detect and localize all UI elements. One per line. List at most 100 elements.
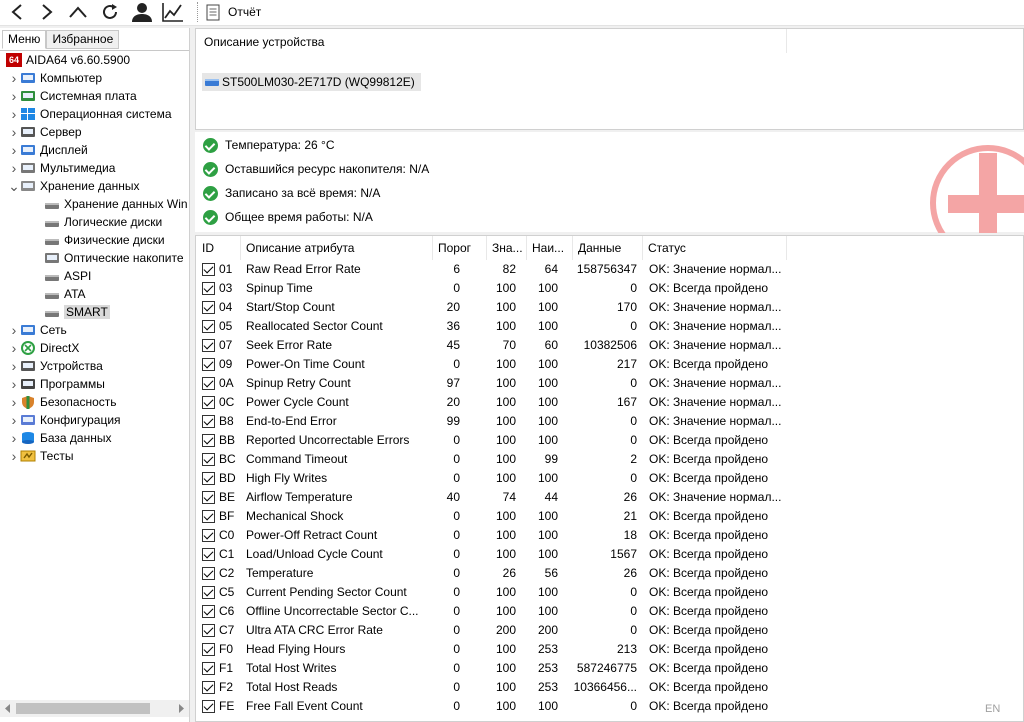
row-checkbox[interactable] (202, 301, 215, 314)
table-row[interactable]: BD High Fly Writes 0 100 100 0 OK: Всегда прой… (196, 469, 1024, 488)
row-checkbox[interactable] (202, 681, 215, 694)
tab-menu[interactable]: Меню (2, 30, 47, 49)
chevron-right-icon[interactable]: › (8, 429, 20, 447)
header-separator[interactable] (786, 236, 787, 260)
row-checkbox[interactable] (202, 377, 215, 390)
tree-item[interactable]: 64 AIDA64 v6.60.5900 (6, 51, 130, 69)
chevron-right-icon[interactable]: › (8, 339, 20, 357)
scroll-right-icon[interactable] (175, 700, 187, 717)
chevron-right-icon[interactable]: › (8, 87, 20, 105)
table-row[interactable]: 0A Spinup Retry Count 97 100 100 0 OK: Значени… (196, 374, 1024, 393)
tree-item[interactable]: Оптические накопите (44, 249, 184, 267)
header-col-data[interactable]: Данные (572, 236, 642, 260)
tab-favorites[interactable]: Избранное (46, 30, 120, 49)
tree-item[interactable]: › База данных (8, 429, 112, 447)
table-row[interactable]: 05 Reallocated Sector Count 36 100 100 0 OK: З… (196, 317, 1024, 336)
forward-button[interactable] (36, 0, 58, 24)
chevron-right-icon[interactable]: › (8, 321, 20, 339)
chevron-right-icon[interactable]: › (8, 375, 20, 393)
table-row[interactable]: C6 Offline Uncorrectable Sector C... 0 100 1… (196, 602, 1024, 621)
tree-item[interactable]: › Дисплей (8, 141, 88, 159)
row-checkbox[interactable] (202, 643, 215, 656)
tree-item[interactable]: › Конфигурация (8, 411, 121, 429)
row-checkbox[interactable] (202, 548, 215, 561)
tree-item[interactable]: Физические диски (44, 231, 165, 249)
scrollbar-thumb[interactable] (16, 703, 150, 714)
chevron-right-icon[interactable]: › (8, 123, 20, 141)
row-checkbox[interactable] (202, 491, 215, 504)
table-row[interactable]: C5 Current Pending Sector Count 0 100 100 0 OK… (196, 583, 1024, 602)
table-row[interactable]: C1 Load/Unload Cycle Count 0 100 100 1567 OK: … (196, 545, 1024, 564)
table-row[interactable]: 01 Raw Read Error Rate 6 82 64 158756347 OK: З… (196, 260, 1024, 279)
table-row[interactable]: C0 Power-Off Retract Count 0 100 100 18 OK: Вс… (196, 526, 1024, 545)
chevron-right-icon[interactable]: › (8, 447, 20, 465)
tree-item[interactable]: › Компьютер (8, 69, 102, 87)
table-row[interactable]: B8 End-to-End Error 99 100 100 0 OK: Значение … (196, 412, 1024, 431)
report-button[interactable]: Отчёт (206, 1, 261, 23)
tree-item[interactable]: ASPI (44, 267, 91, 285)
header-col-worst[interactable]: Наи... (526, 236, 572, 260)
header-col-value[interactable]: Зна... (486, 236, 526, 260)
table-row[interactable]: F2 Total Host Reads 0 100 253 10366456... OK: … (196, 678, 1024, 697)
tree-item[interactable]: Хранение данных Win (44, 195, 188, 213)
row-checkbox[interactable] (202, 567, 215, 580)
table-row[interactable]: BE Airflow Temperature 40 74 44 26 OK: Значени… (196, 488, 1024, 507)
chart-button[interactable] (160, 0, 186, 24)
device-item[interactable]: ST500LM030-2E717D (WQ99812E) (202, 73, 421, 91)
table-row[interactable]: 07 Seek Error Rate 45 70 60 10382506 OK: Значе… (196, 336, 1024, 355)
tree-item[interactable]: › Программы (8, 375, 105, 393)
row-checkbox[interactable] (202, 282, 215, 295)
chevron-down-icon[interactable]: ⌄ (8, 177, 20, 195)
table-row[interactable]: BB Reported Uncorrectable Errors 0 100 100 0 O… (196, 431, 1024, 450)
tree-item[interactable]: › Мультимедиа (8, 159, 116, 177)
table-row[interactable]: C7 Ultra ATA CRC Error Rate 0 200 200 0 OK: Вс… (196, 621, 1024, 640)
table-row[interactable]: BC Command Timeout 0 100 99 2 OK: Всегда пройд… (196, 450, 1024, 469)
up-button[interactable] (66, 0, 90, 24)
table-row[interactable]: 09 Power-On Time Count 0 100 100 217 OK: Всегд… (196, 355, 1024, 374)
table-row[interactable]: BF Mechanical Shock 0 100 100 21 OK: Всегда пр… (196, 507, 1024, 526)
table-row[interactable]: F1 Total Host Writes 0 100 253 587246775 OK: В… (196, 659, 1024, 678)
table-row[interactable]: 0C Power Cycle Count 20 100 100 167 OK: Значен… (196, 393, 1024, 412)
row-checkbox[interactable] (202, 358, 215, 371)
row-checkbox[interactable] (202, 662, 215, 675)
row-checkbox[interactable] (202, 700, 215, 713)
tree-item[interactable]: › DirectX (8, 339, 80, 357)
chevron-right-icon[interactable]: › (8, 159, 20, 177)
tree-item[interactable]: SMART (44, 303, 110, 321)
table-row[interactable]: C2 Temperature 0 26 56 26 OK: Всегда пройдено (196, 564, 1024, 583)
tree-item[interactable]: › Тесты (8, 447, 74, 465)
table-row[interactable]: FE Free Fall Event Count 0 100 100 0 OK: Всегд… (196, 697, 1024, 716)
row-checkbox[interactable] (202, 624, 215, 637)
row-checkbox[interactable] (202, 510, 215, 523)
row-checkbox[interactable] (202, 320, 215, 333)
header-col-attribute[interactable]: Описание атрибута (240, 236, 432, 260)
row-checkbox[interactable] (202, 472, 215, 485)
row-checkbox[interactable] (202, 605, 215, 618)
header-col-id[interactable]: ID (196, 236, 240, 260)
tree-item[interactable]: › Сервер (8, 123, 82, 141)
table-row[interactable]: 03 Spinup Time 0 100 100 0 OK: Всегда пройдено (196, 279, 1024, 298)
chevron-right-icon[interactable]: › (8, 393, 20, 411)
table-row[interactable]: F0 Head Flying Hours 0 100 253 213 OK: Всегда … (196, 640, 1024, 659)
tree-item[interactable]: › Безопасность (8, 393, 117, 411)
row-checkbox[interactable] (202, 586, 215, 599)
row-checkbox[interactable] (202, 529, 215, 542)
row-checkbox[interactable] (202, 263, 215, 276)
table-row[interactable]: 04 Start/Stop Count 20 100 100 170 OK: Значени… (196, 298, 1024, 317)
row-checkbox[interactable] (202, 434, 215, 447)
scroll-left-icon[interactable] (2, 700, 14, 717)
row-checkbox[interactable] (202, 415, 215, 428)
tree-item[interactable]: › Системная плата (8, 87, 137, 105)
back-button[interactable] (6, 0, 28, 24)
tree-item[interactable]: › Устройства (8, 357, 103, 375)
tree-item[interactable]: ⌄ Хранение данных (8, 177, 139, 195)
row-checkbox[interactable] (202, 453, 215, 466)
header-col-status[interactable]: Статус (642, 236, 786, 260)
horizontal-scrollbar[interactable] (0, 700, 189, 717)
chevron-right-icon[interactable]: › (8, 141, 20, 159)
refresh-button[interactable] (98, 0, 122, 24)
header-col-threshold[interactable]: Порог (432, 236, 486, 260)
chevron-right-icon[interactable]: › (8, 411, 20, 429)
row-checkbox[interactable] (202, 339, 215, 352)
row-checkbox[interactable] (202, 396, 215, 409)
